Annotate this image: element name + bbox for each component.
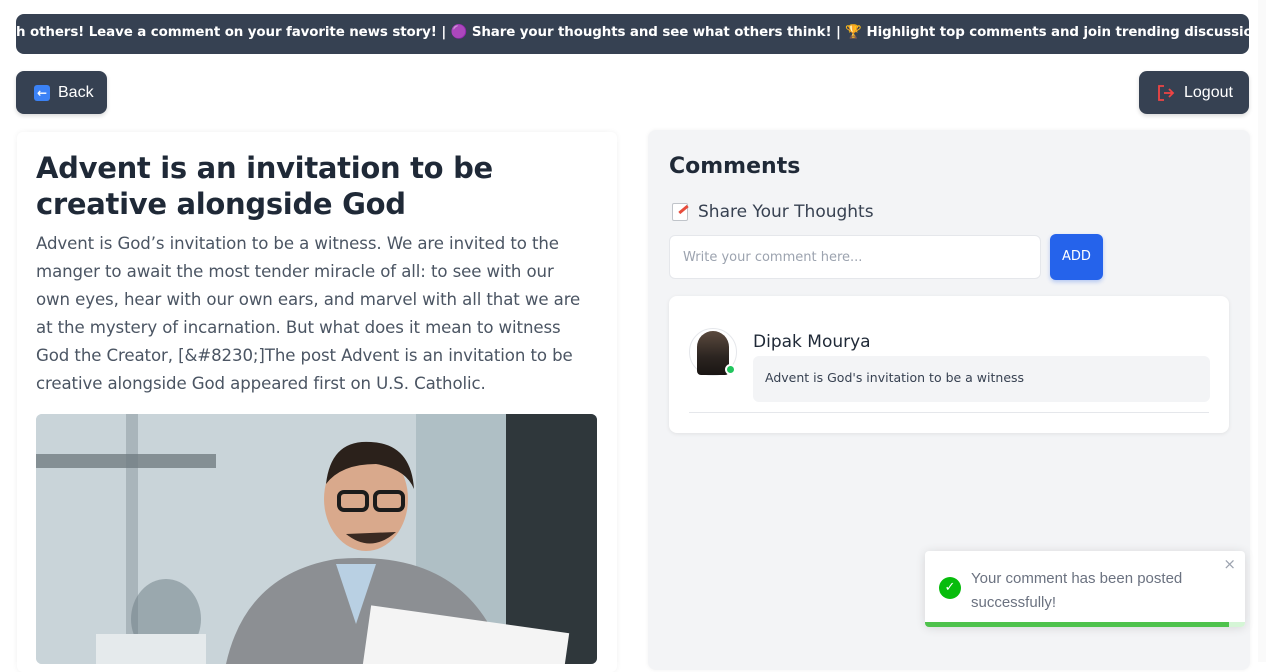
back-label: Back xyxy=(58,83,94,101)
logout-icon xyxy=(1158,84,1175,101)
article-body: Advent is God’s invitation to be a witne… xyxy=(36,234,581,393)
comment-list: Dipak Mourya Advent is God's invitation … xyxy=(669,296,1229,433)
left-arrow-icon: ← xyxy=(34,84,50,101)
article-title: Advent is an invitation to be creative a… xyxy=(36,151,493,221)
back-button[interactable]: ← Back xyxy=(16,71,107,114)
comment-author: Dipak Mourya xyxy=(753,332,871,352)
online-status-dot xyxy=(725,364,736,375)
check-circle-icon: ✓ xyxy=(939,577,961,599)
add-comment-button[interactable]: ADD xyxy=(1050,234,1103,280)
news-ticker: h others! Leave a comment on your favori… xyxy=(16,14,1249,54)
comment-text: Advent is God's invitation to be a witne… xyxy=(753,356,1210,402)
success-toast[interactable]: ✓ Your comment has been posted successfu… xyxy=(925,551,1245,627)
close-icon[interactable]: × xyxy=(1223,555,1236,573)
page-scrollbar[interactable] xyxy=(1258,0,1266,662)
share-thoughts-label: Share Your Thoughts xyxy=(698,202,874,222)
article-image xyxy=(36,414,597,664)
divider xyxy=(689,412,1209,413)
toast-message: Your comment has been posted successfull… xyxy=(971,570,1183,611)
toast-progress-bar xyxy=(925,622,1229,627)
memo-icon xyxy=(672,203,688,221)
article-photo-illustration xyxy=(36,414,597,664)
comment-input[interactable] xyxy=(669,235,1041,279)
comments-title: Comments xyxy=(669,154,801,179)
share-thoughts-heading: Share Your Thoughts xyxy=(672,202,874,222)
logout-label: Logout xyxy=(1184,83,1233,101)
ticker-text: h others! Leave a comment on your favori… xyxy=(16,25,1249,40)
article-card: Advent is an invitation to be creative a… xyxy=(17,132,617,672)
avatar[interactable] xyxy=(689,328,737,376)
logout-button[interactable]: Logout xyxy=(1139,71,1249,114)
toast-progress-track xyxy=(925,622,1245,627)
